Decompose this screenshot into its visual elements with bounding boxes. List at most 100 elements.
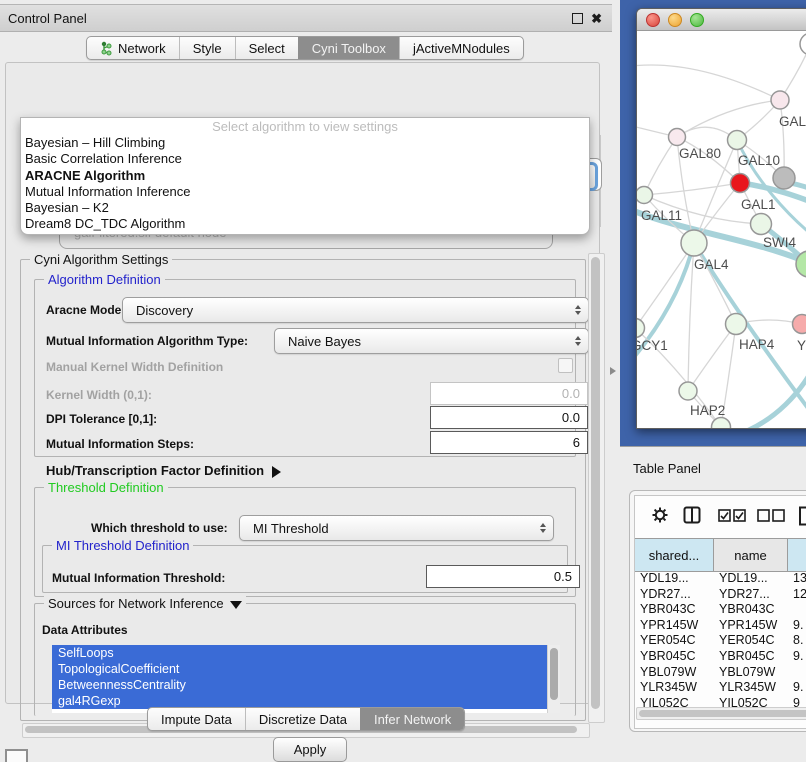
- algorithm-option[interactable]: Dream8 DC_TDC Algorithm: [21, 216, 589, 232]
- network-node-GAL1[interactable]: [731, 174, 750, 193]
- network-edge[interactable]: [637, 65, 780, 100]
- network-node-pink-top[interactable]: [771, 91, 789, 109]
- sources-title[interactable]: Sources for Network Inference: [44, 596, 246, 611]
- table-row[interactable]: YLR345WYLR345W9.: [635, 680, 806, 696]
- network-canvas[interactable]: GALGAL80GAL10GAL1GAL11SWI4GAL4HAP4YGCY1H…: [637, 31, 806, 428]
- tab-cyni-toolbox[interactable]: Cyni Toolbox: [298, 37, 399, 59]
- table-cell[interactable]: YER054C: [714, 633, 788, 649]
- attributes-scrollbar[interactable]: [547, 645, 560, 713]
- gear-icon[interactable]: [651, 506, 669, 524]
- unchecked-checkbox-icon[interactable]: [772, 509, 785, 522]
- mi-type-select[interactable]: Naive Bayes: [274, 328, 589, 354]
- algorithm-option[interactable]: Bayesian – K2: [21, 200, 589, 216]
- network-edge[interactable]: [644, 137, 677, 195]
- tab-impute-data[interactable]: Impute Data: [148, 708, 245, 730]
- document-icon[interactable]: [798, 506, 806, 526]
- table-cell[interactable]: YDL19...: [635, 571, 714, 587]
- mi-threshold-field[interactable]: 0.5: [426, 565, 580, 588]
- tab-style[interactable]: Style: [179, 37, 235, 59]
- network-node-HAP4[interactable]: [726, 314, 747, 335]
- network-node-gray-node[interactable]: [773, 167, 795, 189]
- dock-panel-icon[interactable]: [5, 749, 28, 762]
- float-panel-icon[interactable]: [572, 13, 583, 24]
- table-cell[interactable]: 9.: [788, 618, 806, 634]
- table-cell[interactable]: YBL079W: [714, 665, 788, 681]
- hub-definition-toggle[interactable]: Hub/Transcription Factor Definition: [46, 463, 281, 478]
- table-cell[interactable]: 12: [788, 587, 806, 603]
- table-cell[interactable]: YBR045C: [714, 649, 788, 665]
- attribute-item[interactable]: BetweennessCentrality: [52, 677, 552, 693]
- column-header-name[interactable]: name: [714, 539, 788, 571]
- table-cell[interactable]: YPR145W: [714, 618, 788, 634]
- mi-steps-field[interactable]: 6: [430, 431, 588, 454]
- network-node-GAL4[interactable]: [681, 230, 707, 256]
- table-row[interactable]: YER054CYER054C8.: [635, 633, 806, 649]
- split-view-icon[interactable]: [683, 506, 701, 524]
- table-cell[interactable]: YER054C: [635, 633, 714, 649]
- table-cell[interactable]: YBR045C: [635, 649, 714, 665]
- checked-checkbox-icon[interactable]: [718, 509, 731, 522]
- network-edge[interactable]: [644, 183, 740, 195]
- checked-checkbox-icon[interactable]: [733, 509, 746, 522]
- table-cell[interactable]: 9.: [788, 680, 806, 696]
- tab-discretize-data[interactable]: Discretize Data: [245, 708, 360, 730]
- table-cell[interactable]: YDL19...: [714, 571, 788, 587]
- attribute-item[interactable]: SelfLoops: [52, 645, 552, 661]
- network-node-salmon[interactable]: [793, 315, 806, 334]
- network-node-HAP2[interactable]: [679, 382, 697, 400]
- tab-select[interactable]: Select: [235, 37, 298, 59]
- manual-kernel-checkbox[interactable]: [558, 358, 573, 373]
- network-node-top-right-cut[interactable]: [800, 33, 806, 55]
- table-cell[interactable]: YBR043C: [714, 602, 788, 618]
- which-threshold-select[interactable]: MI Threshold: [239, 515, 554, 541]
- network-node-GAL11[interactable]: [637, 187, 653, 204]
- zoom-traffic-light[interactable]: [690, 13, 704, 27]
- kernel-width-field[interactable]: 0.0: [430, 382, 588, 405]
- table-horizontal-scrollbar[interactable]: [636, 707, 806, 720]
- apply-button[interactable]: Apply: [273, 737, 347, 762]
- settings-vertical-scrollbar[interactable]: [588, 253, 605, 723]
- table-cell[interactable]: [788, 665, 806, 681]
- table-row[interactable]: YBR043CYBR043C: [635, 602, 806, 618]
- table-cell[interactable]: YBR043C: [635, 602, 714, 618]
- table-row[interactable]: YBL079WYBL079W: [635, 665, 806, 681]
- scrollbar-thumb[interactable]: [591, 257, 600, 709]
- table-row[interactable]: YDL19...YDL19...13: [635, 571, 806, 587]
- table-row[interactable]: YDR27...YDR27...12: [635, 587, 806, 603]
- panel-collapse-arrow-icon[interactable]: [610, 367, 616, 375]
- table-cell[interactable]: YLR345W: [635, 680, 714, 696]
- algorithm-option[interactable]: Mutual Information Inference: [21, 184, 589, 200]
- network-edge[interactable]: [677, 100, 780, 137]
- close-icon[interactable]: ✖: [591, 14, 602, 23]
- table-cell[interactable]: YPR145W: [635, 618, 714, 634]
- table-cell[interactable]: YBL079W: [635, 665, 714, 681]
- table-cell[interactable]: [788, 602, 806, 618]
- table-cell[interactable]: 8.: [788, 633, 806, 649]
- aracne-mode-select[interactable]: Discovery: [122, 297, 589, 323]
- algorithm-option[interactable]: Bayesian – Hill Climbing: [21, 135, 589, 151]
- network-node-SWI4[interactable]: [751, 214, 772, 235]
- tab-network[interactable]: Network: [87, 37, 179, 59]
- dpi-tolerance-field[interactable]: 0.0: [430, 406, 588, 429]
- network-edge[interactable]: [688, 324, 736, 391]
- table-cell[interactable]: 9.: [788, 649, 806, 665]
- algorithm-option[interactable]: ARACNE Algorithm: [21, 168, 589, 184]
- table-cell[interactable]: YDR27...: [714, 587, 788, 603]
- table-cell[interactable]: YDR27...: [635, 587, 714, 603]
- close-traffic-light[interactable]: [646, 13, 660, 27]
- network-node-GCY1[interactable]: [637, 319, 645, 338]
- tab-jactivemnodules[interactable]: jActiveMNodules: [399, 37, 523, 59]
- scrollbar-thumb[interactable]: [639, 710, 806, 717]
- minimize-traffic-light[interactable]: [668, 13, 682, 27]
- table-row[interactable]: YPR145WYPR145W9.: [635, 618, 806, 634]
- unchecked-checkbox-icon[interactable]: [757, 509, 770, 522]
- network-node-GAL10[interactable]: [728, 131, 747, 150]
- network-node-GAL80[interactable]: [669, 129, 686, 146]
- scrollbar-thumb[interactable]: [550, 648, 558, 700]
- attribute-item[interactable]: TopologicalCoefficient: [52, 661, 552, 677]
- tab-infer-network[interactable]: Infer Network: [360, 708, 464, 730]
- algorithm-option[interactable]: Basic Correlation Inference: [21, 151, 589, 167]
- table-cell[interactable]: 13: [788, 571, 806, 587]
- column-header-a[interactable]: A: [788, 539, 806, 571]
- column-header-shared[interactable]: shared...: [635, 539, 714, 571]
